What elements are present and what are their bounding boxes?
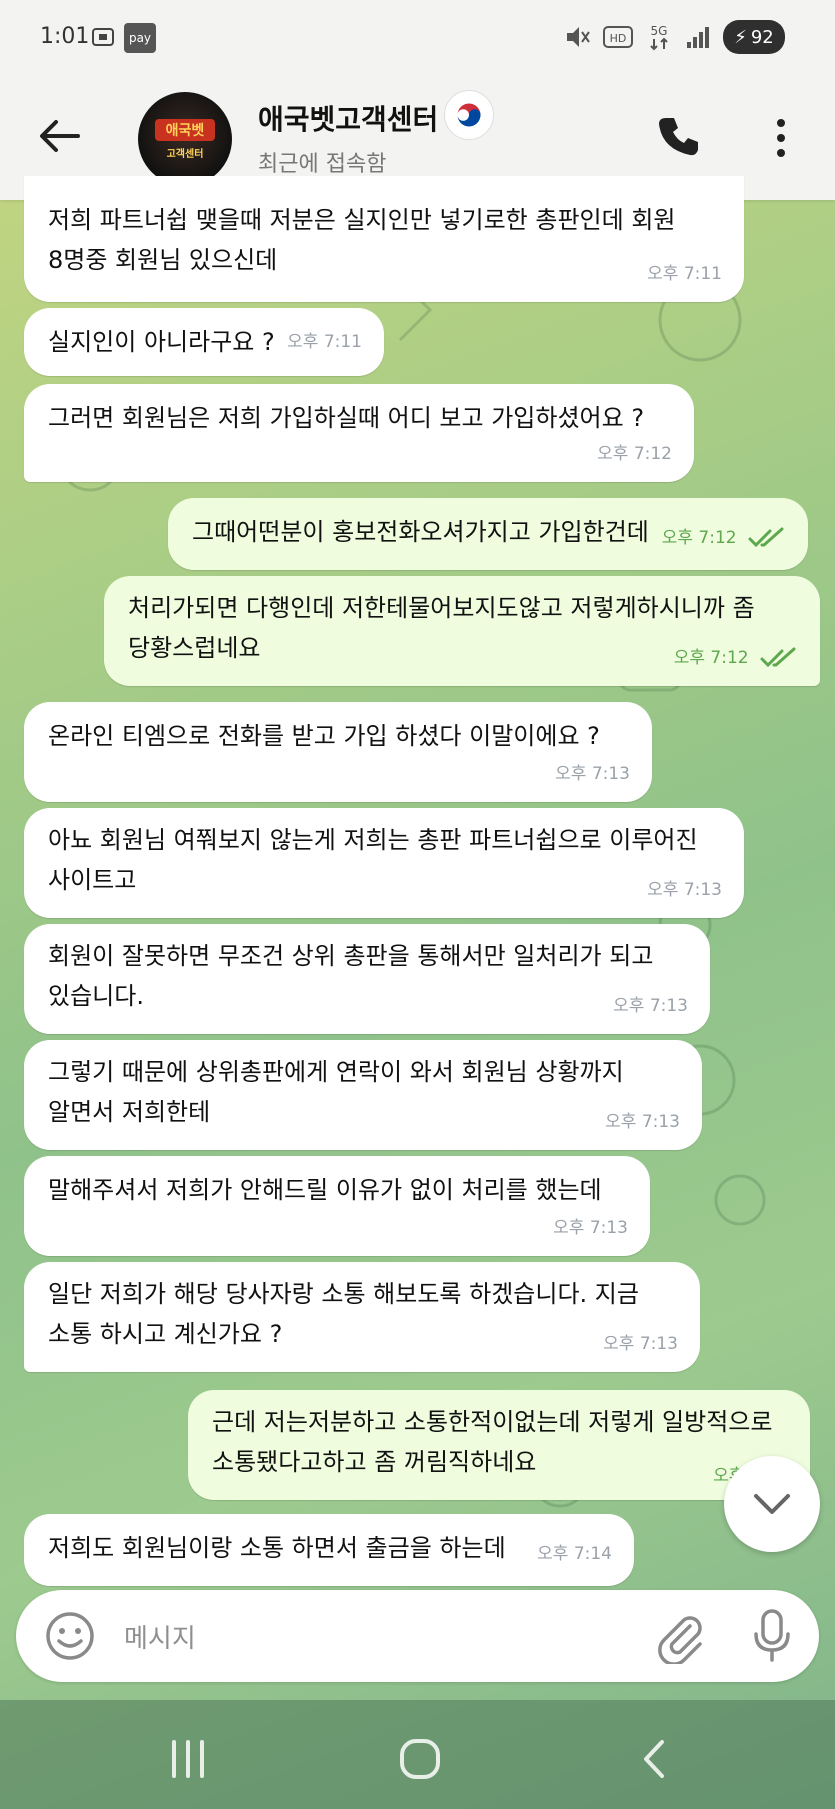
signal-icon	[687, 27, 709, 48]
message-time: 오후 7:14	[537, 1544, 612, 1564]
message-time: 오후 7:13	[605, 1112, 680, 1132]
message-time-label: 오후 7:12	[673, 648, 749, 668]
scroll-to-bottom-button[interactable]	[724, 1456, 820, 1552]
hd-icon: HD	[603, 26, 633, 48]
pay-icon: pay	[124, 23, 156, 53]
message-bubble-incoming[interactable]: 그렇기 때문에 상위총판에게 연락이 와서 회원님 상황까지 알면서 저희한테 …	[24, 1040, 702, 1150]
message-bubble-incoming[interactable]: 저희 파트너쉽 맺을때 저분은 실지인만 넣기로한 총판인데 회원 8명중 회원…	[24, 176, 744, 302]
avatar-logo: 애국벳	[155, 118, 215, 141]
mute-icon	[567, 27, 590, 47]
message-time: 오후 7:11	[647, 264, 722, 284]
svg-text:HD: HD	[610, 32, 627, 45]
message-time: 오후 7:13	[555, 764, 630, 784]
message-text: 온라인 티엠으로 전화를 받고 가입 하셨다 이말이에요 ?	[48, 722, 600, 750]
home-icon[interactable]	[396, 1738, 444, 1780]
message-bubble-incoming[interactable]: 아뇨 회원님 여쭤보지 않는게 저희는 총판 파트너쉽으로 이루어진 사이트고 …	[24, 808, 744, 918]
message-time: 오후 7:11	[287, 332, 362, 352]
battery-level: 92	[750, 26, 774, 48]
message-text: 말해주셔서 저희가 안해드릴 이유가 없이 처리를 했는데	[48, 1176, 602, 1204]
microphone-icon[interactable]	[752, 1608, 792, 1664]
message-time: 오후 7:13	[647, 880, 722, 900]
back-nav-icon[interactable]	[630, 1738, 678, 1780]
status-time: 1:01	[40, 24, 90, 49]
system-nav-bar	[0, 1700, 835, 1809]
message-text: 저희도 회원님이랑 소통 하면서 출금을 하는데	[48, 1534, 506, 1562]
message-bubble-incoming[interactable]: 회원이 잘못하면 무조건 상위 총판을 통해서만 일처리가 되고 있습니다. 오…	[24, 924, 710, 1034]
message-bubble-outgoing[interactable]: 근데 저는저분하고 소통한적이없는데 저렇게 일방적으로 소통됐다고하고 좀 꺼…	[188, 1390, 810, 1500]
message-text: 근데 저는저분하고 소통한적이없는데 저렇게 일방적으로 소통됐다고하고 좀 꺼…	[212, 1408, 773, 1476]
message-time: 오후 7:12	[674, 638, 798, 678]
chevron-down-icon	[754, 1494, 790, 1514]
message-text: 저희 파트너쉽 맺을때 저분은 실지인만 넣기로한 총판인데 회원 8명중 회원…	[48, 206, 676, 274]
message-time: 오후 7:13	[613, 996, 688, 1016]
more-options-icon[interactable]	[768, 116, 794, 160]
screenshot-icon	[92, 28, 114, 46]
korea-flag-icon	[444, 90, 494, 140]
message-bubble-outgoing[interactable]: 처리가되면 다행인데 저한테물어보지도않고 저렇게하시니까 좀 당황스럽네요 오…	[104, 576, 820, 686]
message-text: 일단 저희가 해당 당사자랑 소통 해보도록 하겠습니다. 지금 소통 하시고 …	[48, 1280, 639, 1348]
message-text: 아뇨 회원님 여쭤보지 않는게 저희는 총판 파트너쉽으로 이루어진 사이트고	[48, 826, 698, 894]
recent-apps-icon[interactable]	[164, 1738, 212, 1780]
message-text: 회원이 잘못하면 무조건 상위 총판을 통해서만 일처리가 되고 있습니다.	[48, 942, 654, 1010]
message-text: 그러면 회원님은 저희 가입하실때 어디 보고 가입하셨어요 ?	[48, 404, 645, 432]
back-arrow-icon[interactable]	[38, 114, 82, 158]
avatar-caption: 고객센터	[166, 148, 204, 160]
message-input[interactable]: 메시지	[124, 1618, 196, 1655]
read-receipt-icon	[748, 527, 784, 548]
message-bubble-incoming[interactable]: 온라인 티엠으로 전화를 받고 가입 하셨다 이말이에요 ? 오후 7:13	[24, 702, 652, 802]
message-time: 오후 7:13	[553, 1218, 628, 1238]
battery-indicator: ⚡ 92	[723, 20, 785, 54]
chat-title[interactable]: 애국벳고객센터	[258, 98, 438, 138]
read-receipt-icon	[760, 647, 796, 668]
message-bubble-incoming[interactable]: 실지인이 아니라구요 ? 오후 7:11	[24, 308, 384, 376]
emoji-icon[interactable]	[44, 1610, 96, 1662]
status-icons: HD 5G ⚡ 92	[563, 20, 785, 54]
message-text: 그렇기 때문에 상위총판에게 연락이 와서 회원님 상황까지 알면서 저희한테	[48, 1058, 624, 1126]
top-bar: 1:01 pay HD 5G ⚡ 92 애국벳 고객센터 애국벳고객센터 최근에…	[0, 0, 835, 200]
message-bubble-incoming[interactable]: 일단 저희가 해당 당사자랑 소통 해보도록 하겠습니다. 지금 소통 하시고 …	[24, 1262, 700, 1372]
message-bubble-outgoing[interactable]: 그때어떤분이 홍보전화오셔가지고 가입한건데 오후 7:12	[168, 498, 808, 570]
5g-icon: 5G	[650, 24, 668, 51]
charging-icon: ⚡	[734, 26, 747, 48]
message-time-label: 오후 7:12	[661, 528, 737, 548]
paperclip-icon[interactable]	[652, 1608, 708, 1664]
phone-icon[interactable]	[656, 114, 702, 160]
message-time: 오후 7:13	[603, 1334, 678, 1354]
message-bubble-incoming[interactable]: 말해주셔서 저희가 안해드릴 이유가 없이 처리를 했는데 오후 7:13	[24, 1156, 650, 1256]
message-bubble-incoming[interactable]: 저희도 회원님이랑 소통 하면서 출금을 하는데 오후 7:14	[24, 1514, 634, 1586]
message-composer: 메시지	[16, 1590, 819, 1682]
svg-text:5G: 5G	[651, 24, 668, 38]
message-bubble-incoming[interactable]: 그러면 회원님은 저희 가입하실때 어디 보고 가입하셨어요 ? 오후 7:12	[24, 384, 694, 482]
last-seen-status: 최근에 접속함	[258, 152, 387, 177]
avatar[interactable]: 애국벳 고객센터	[138, 92, 232, 186]
message-time: 오후 7:12	[662, 518, 786, 558]
status-bar: 1:01 pay HD 5G ⚡ 92	[0, 0, 835, 76]
message-time: 오후 7:12	[597, 444, 672, 464]
